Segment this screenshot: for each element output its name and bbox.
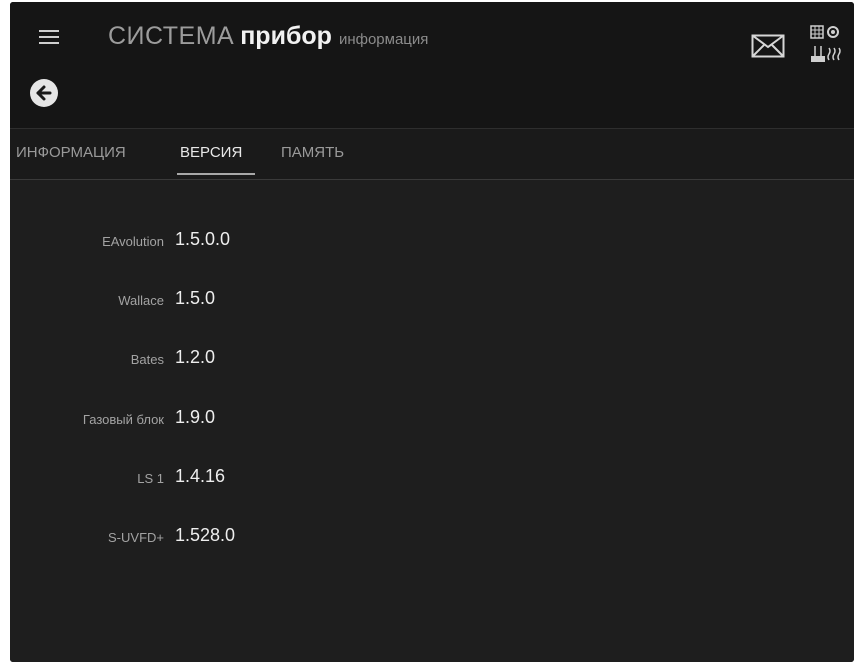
title-system: СИСТЕМА: [108, 22, 235, 50]
version-row: EAvolution 1.5.0.0: [10, 226, 410, 256]
component-version: 1.9.0: [175, 407, 216, 427]
tab-information[interactable]: ИНФОРМАЦИЯ: [16, 144, 126, 161]
component-version: 1.4.16: [175, 466, 226, 486]
menu-line: [39, 42, 59, 44]
app-header: СИСТЕМА прибор информация: [10, 2, 854, 128]
component-version: 1.2.0: [175, 347, 216, 367]
component-version: 1.5.0: [175, 288, 216, 308]
component-name: LS 1: [137, 471, 164, 486]
version-row: Газовый блок 1.9.0: [10, 404, 410, 434]
device-status-icon[interactable]: [807, 24, 845, 66]
component-name: Bates: [130, 352, 164, 367]
title-subtitle: информация: [338, 31, 429, 48]
hamburger-menu-icon[interactable]: [39, 30, 59, 45]
component-name: Wallace: [118, 293, 164, 308]
version-row: S-UVFD+ 1.528.0: [10, 522, 410, 552]
version-row: Wallace 1.5.0: [10, 285, 410, 315]
component-name: S-UVFD+: [108, 530, 164, 545]
component-version: 1.5.0.0: [175, 229, 231, 249]
menu-line: [39, 36, 59, 38]
version-row: Bates 1.2.0: [10, 344, 410, 374]
tab-version[interactable]: ВЕРСИЯ: [180, 144, 242, 161]
mail-envelope-icon[interactable]: [751, 34, 785, 58]
arrow-left-circle-icon: [36, 85, 52, 101]
version-row: LS 1 1.4.16: [10, 463, 410, 493]
component-name: EAvolution: [102, 234, 164, 249]
page-title: СИСТЕМА прибор информация: [108, 24, 428, 49]
tab-bar: ИНФОРМАЦИЯ ВЕРСИЯ ПАМЯТЬ: [10, 128, 854, 180]
component-name: Газовый блок: [82, 412, 164, 427]
active-tab-indicator: [177, 173, 255, 175]
tab-memory[interactable]: ПАМЯТЬ: [281, 144, 344, 161]
menu-line: [39, 30, 59, 32]
title-device: прибор: [240, 22, 332, 50]
component-version: 1.528.0: [175, 525, 236, 545]
device-screen: СИСТЕМА прибор информация ИНФОРМАЦИЯ ВЕР…: [10, 2, 854, 662]
version-list: EAvolution 1.5.0.0 Wallace 1.5.0 Bates 1…: [10, 180, 854, 662]
back-button[interactable]: [30, 79, 58, 107]
